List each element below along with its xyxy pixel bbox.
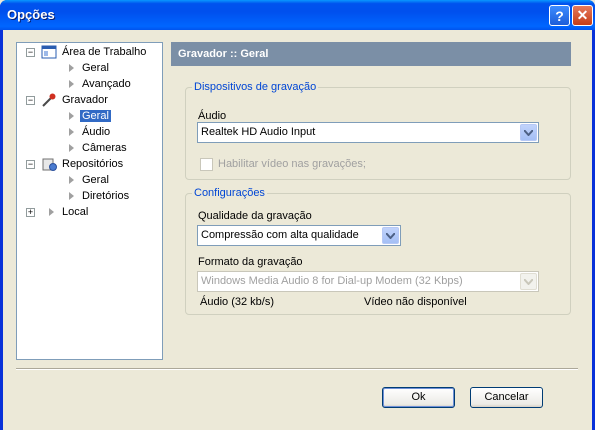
divider (16, 368, 578, 370)
panel-header: Gravador :: Geral (171, 42, 571, 66)
config-group: Configurações Qualidade da gravação Comp… (185, 187, 571, 315)
help-icon: ? (555, 7, 564, 24)
arrow-icon (69, 128, 74, 137)
options-tree[interactable]: − Área de Trabalho Geral Avançado − Grav… (16, 42, 163, 360)
title-bar[interactable]: Opções ? ✕ (0, 0, 595, 30)
arrow-icon (69, 80, 74, 89)
format-value: Windows Media Audio 8 for Dial-up Modem … (201, 275, 463, 287)
collapse-icon[interactable]: − (26, 96, 35, 105)
repository-icon (42, 158, 57, 172)
tree-item-audio[interactable]: Áudio (69, 124, 112, 140)
tree-item-avancado[interactable]: Avançado (69, 76, 133, 92)
help-button[interactable]: ? (549, 5, 570, 26)
settings-panel: Gravador :: Geral (171, 42, 571, 66)
expand-icon[interactable]: + (26, 208, 35, 217)
tree-item-gravador-geral[interactable]: Geral (69, 108, 111, 124)
tree-item-label: Área de Trabalho (62, 46, 147, 58)
devices-group-title: Dispositivos de gravação (192, 81, 319, 93)
tree-item-label: Avançado (82, 78, 131, 90)
tree-item-label: Câmeras (82, 142, 127, 154)
tree-item-area-de-trabalho[interactable]: Área de Trabalho (41, 44, 148, 60)
arrow-icon (69, 176, 74, 185)
audio-device-select[interactable]: Realtek HD Audio Input (197, 122, 539, 143)
tree-item-repo-geral[interactable]: Geral (69, 172, 111, 188)
tree-item-label: Áudio (82, 126, 111, 138)
desktop-window-icon (41, 45, 57, 59)
dialog-client: − Área de Trabalho Geral Avançado − Grav… (3, 30, 592, 430)
tree-item-diretorios[interactable]: Diretórios (69, 188, 131, 204)
quality-value: Compressão com alta qualidade (201, 229, 359, 241)
cancel-button[interactable]: Cancelar (470, 387, 543, 408)
chevron-down-icon[interactable] (382, 227, 399, 244)
enable-video-label: Habilitar vídeo nas gravações; (218, 158, 366, 170)
format-label: Formato da gravação (198, 256, 303, 268)
arrow-icon (69, 112, 74, 121)
tree-item-local[interactable]: Local (49, 204, 90, 220)
tree-item-label: Geral (82, 174, 109, 186)
audio-bitrate-info: Áudio (32 kb/s) (200, 296, 274, 308)
video-availability-info: Vídeo não disponível (364, 296, 467, 308)
enable-video-checkbox[interactable] (200, 158, 213, 171)
microphone-icon (42, 93, 56, 107)
audio-device-label: Áudio (198, 110, 227, 122)
tree-item-label: Gravador (62, 94, 108, 106)
arrow-icon (69, 192, 74, 201)
quality-select[interactable]: Compressão com alta qualidade (197, 225, 401, 246)
collapse-icon[interactable]: − (26, 48, 35, 57)
ok-button[interactable]: Ok (382, 387, 455, 408)
tree-item-repositorios[interactable]: Repositórios (41, 156, 125, 172)
chevron-down-icon[interactable] (520, 124, 537, 141)
tree-item-area-geral[interactable]: Geral (69, 60, 111, 76)
audio-device-value: Realtek HD Audio Input (201, 126, 316, 138)
tree-item-label: Geral (80, 110, 111, 122)
window-title: Opções (7, 7, 55, 22)
arrow-icon (69, 64, 74, 73)
options-window: Opções ? ✕ − Área de Trabalho Geral Avan… (0, 0, 595, 430)
close-icon: ✕ (576, 7, 589, 23)
devices-group: Dispositivos de gravação Áudio Realtek H… (185, 81, 571, 180)
tree-item-label: Local (62, 206, 89, 218)
quality-label: Qualidade da gravação (198, 210, 312, 222)
config-group-title: Configurações (192, 187, 267, 199)
chevron-down-icon[interactable] (520, 273, 537, 290)
tree-item-cameras[interactable]: Câmeras (69, 140, 129, 156)
collapse-icon[interactable]: − (26, 160, 35, 169)
tree-item-label: Geral (82, 62, 109, 74)
arrow-icon (49, 208, 54, 217)
close-button[interactable]: ✕ (572, 5, 593, 26)
format-select[interactable]: Windows Media Audio 8 for Dial-up Modem … (197, 271, 539, 292)
tree-item-label: Diretórios (82, 190, 130, 202)
arrow-icon (69, 144, 74, 153)
tree-item-gravador[interactable]: Gravador (41, 92, 110, 108)
tree-item-label: Repositórios (62, 158, 124, 170)
